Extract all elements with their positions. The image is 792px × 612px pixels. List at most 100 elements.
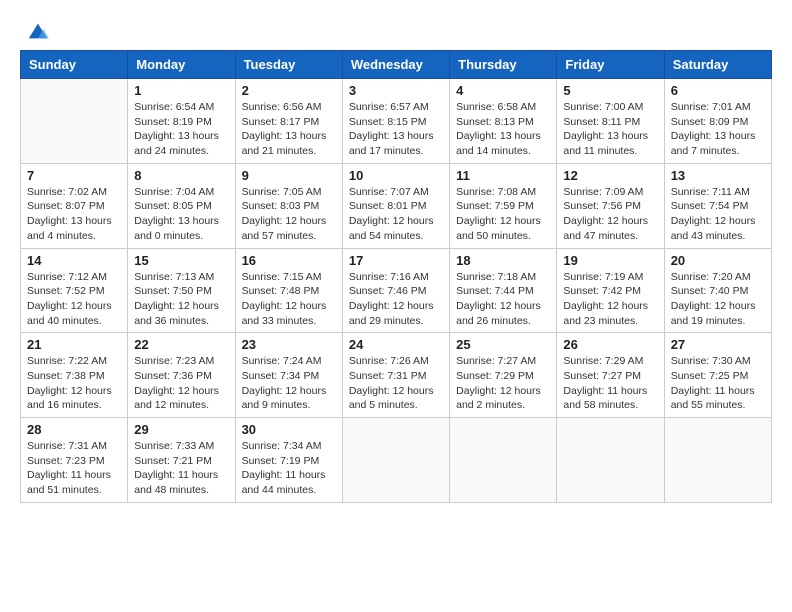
day-number: 1 bbox=[134, 83, 228, 98]
day-info: Sunrise: 7:22 AM Sunset: 7:38 PM Dayligh… bbox=[27, 354, 121, 413]
day-number: 20 bbox=[671, 253, 765, 268]
day-header-sunday: Sunday bbox=[21, 51, 128, 79]
day-number: 28 bbox=[27, 422, 121, 437]
day-info: Sunrise: 7:08 AM Sunset: 7:59 PM Dayligh… bbox=[456, 185, 550, 244]
calendar-week-row: 1Sunrise: 6:54 AM Sunset: 8:19 PM Daylig… bbox=[21, 79, 772, 164]
calendar-cell: 19 Sunrise: 7:19 AM Sunset: 7:42 PM Dayli… bbox=[557, 248, 664, 333]
day-info: Sunrise: 7:16 AM Sunset: 7:46 PM Dayligh… bbox=[349, 270, 443, 329]
day-info: Sunrise: 7:09 AM Sunset: 7:56 PM Dayligh… bbox=[563, 185, 657, 244]
day-info: Sunrise: 7:04 AM Sunset: 8:05 PM Dayligh… bbox=[134, 185, 228, 244]
day-info: Sunrise: 7:02 AM Sunset: 8:07 PM Dayligh… bbox=[27, 185, 121, 244]
day-number: 15 bbox=[134, 253, 228, 268]
logo bbox=[20, 20, 51, 42]
day-number: 9 bbox=[242, 168, 336, 183]
calendar-cell: 2Sunrise: 6:56 AM Sunset: 8:17 PM Daylig… bbox=[235, 79, 342, 164]
day-number: 8 bbox=[134, 168, 228, 183]
calendar-cell: 26Sunrise: 7:29 AM Sunset: 7:27 PM Dayli… bbox=[557, 333, 664, 418]
calendar-week-row: 7 Sunrise: 7:02 AM Sunset: 8:07 PM Daylig… bbox=[21, 163, 772, 248]
day-number: 11 bbox=[456, 168, 550, 183]
calendar-cell: 14 Sunrise: 7:12 AM Sunset: 7:52 PM Dayli… bbox=[21, 248, 128, 333]
calendar-week-row: 21 Sunrise: 7:22 AM Sunset: 7:38 PM Dayli… bbox=[21, 333, 772, 418]
day-header-friday: Friday bbox=[557, 51, 664, 79]
day-info: Sunrise: 7:24 AM Sunset: 7:34 PM Dayligh… bbox=[242, 354, 336, 413]
calendar-cell: 30 Sunrise: 7:34 AM Sunset: 7:19 PM Dayli… bbox=[235, 418, 342, 503]
day-number: 24 bbox=[349, 337, 443, 352]
calendar-cell: 4 Sunrise: 6:58 AM Sunset: 8:13 PM Daylig… bbox=[450, 79, 557, 164]
day-number: 18 bbox=[456, 253, 550, 268]
calendar-cell: 28 Sunrise: 7:31 AM Sunset: 7:23 PM Dayli… bbox=[21, 418, 128, 503]
day-info: Sunrise: 6:58 AM Sunset: 8:13 PM Dayligh… bbox=[456, 100, 550, 159]
day-number: 30 bbox=[242, 422, 336, 437]
calendar-cell bbox=[342, 418, 449, 503]
day-info: Sunrise: 7:30 AM Sunset: 7:25 PM Dayligh… bbox=[671, 354, 765, 413]
calendar-week-row: 14 Sunrise: 7:12 AM Sunset: 7:52 PM Dayli… bbox=[21, 248, 772, 333]
day-info: Sunrise: 7:19 AM Sunset: 7:42 PM Dayligh… bbox=[563, 270, 657, 329]
calendar-cell bbox=[21, 79, 128, 164]
day-info: Sunrise: 7:31 AM Sunset: 7:23 PM Dayligh… bbox=[27, 439, 121, 498]
day-number: 14 bbox=[27, 253, 121, 268]
calendar-cell: 10 Sunrise: 7:07 AM Sunset: 8:01 PM Dayli… bbox=[342, 163, 449, 248]
calendar-cell: 9 Sunrise: 7:05 AM Sunset: 8:03 PM Daylig… bbox=[235, 163, 342, 248]
day-number: 19 bbox=[563, 253, 657, 268]
day-number: 6 bbox=[671, 83, 765, 98]
day-info: Sunrise: 7:23 AM Sunset: 7:36 PM Dayligh… bbox=[134, 354, 228, 413]
day-header-monday: Monday bbox=[128, 51, 235, 79]
day-number: 21 bbox=[27, 337, 121, 352]
calendar-cell: 17 Sunrise: 7:16 AM Sunset: 7:46 PM Dayli… bbox=[342, 248, 449, 333]
day-number: 27 bbox=[671, 337, 765, 352]
day-info: Sunrise: 7:12 AM Sunset: 7:52 PM Dayligh… bbox=[27, 270, 121, 329]
logo-icon bbox=[23, 20, 51, 42]
calendar-cell: 6 Sunrise: 7:01 AM Sunset: 8:09 PM Daylig… bbox=[664, 79, 771, 164]
day-number: 12 bbox=[563, 168, 657, 183]
day-info: Sunrise: 7:01 AM Sunset: 8:09 PM Dayligh… bbox=[671, 100, 765, 159]
day-info: Sunrise: 7:11 AM Sunset: 7:54 PM Dayligh… bbox=[671, 185, 765, 244]
day-info: Sunrise: 7:18 AM Sunset: 7:44 PM Dayligh… bbox=[456, 270, 550, 329]
calendar-cell: 27 Sunrise: 7:30 AM Sunset: 7:25 PM Dayli… bbox=[664, 333, 771, 418]
calendar-cell: 20 Sunrise: 7:20 AM Sunset: 7:40 PM Dayli… bbox=[664, 248, 771, 333]
day-header-tuesday: Tuesday bbox=[235, 51, 342, 79]
day-number: 7 bbox=[27, 168, 121, 183]
calendar-cell: 29 Sunrise: 7:33 AM Sunset: 7:21 PM Dayli… bbox=[128, 418, 235, 503]
day-number: 17 bbox=[349, 253, 443, 268]
calendar-cell bbox=[664, 418, 771, 503]
calendar-cell: 24Sunrise: 7:26 AM Sunset: 7:31 PM Dayli… bbox=[342, 333, 449, 418]
calendar-cell: 16 Sunrise: 7:15 AM Sunset: 7:48 PM Dayli… bbox=[235, 248, 342, 333]
day-number: 29 bbox=[134, 422, 228, 437]
day-number: 25 bbox=[456, 337, 550, 352]
day-info: Sunrise: 7:15 AM Sunset: 7:48 PM Dayligh… bbox=[242, 270, 336, 329]
calendar-cell: 21 Sunrise: 7:22 AM Sunset: 7:38 PM Dayli… bbox=[21, 333, 128, 418]
day-info: Sunrise: 7:33 AM Sunset: 7:21 PM Dayligh… bbox=[134, 439, 228, 498]
day-number: 3 bbox=[349, 83, 443, 98]
day-number: 10 bbox=[349, 168, 443, 183]
calendar-cell: 7 Sunrise: 7:02 AM Sunset: 8:07 PM Daylig… bbox=[21, 163, 128, 248]
calendar-cell: 8 Sunrise: 7:04 AM Sunset: 8:05 PM Daylig… bbox=[128, 163, 235, 248]
calendar-header-row: SundayMondayTuesdayWednesdayThursdayFrid… bbox=[21, 51, 772, 79]
day-info: Sunrise: 7:00 AM Sunset: 8:11 PM Dayligh… bbox=[563, 100, 657, 159]
day-number: 13 bbox=[671, 168, 765, 183]
calendar-cell: 1Sunrise: 6:54 AM Sunset: 8:19 PM Daylig… bbox=[128, 79, 235, 164]
day-number: 23 bbox=[242, 337, 336, 352]
day-info: Sunrise: 7:05 AM Sunset: 8:03 PM Dayligh… bbox=[242, 185, 336, 244]
day-number: 16 bbox=[242, 253, 336, 268]
day-info: Sunrise: 7:13 AM Sunset: 7:50 PM Dayligh… bbox=[134, 270, 228, 329]
calendar-cell: 18 Sunrise: 7:18 AM Sunset: 7:44 PM Dayli… bbox=[450, 248, 557, 333]
calendar-cell: 13 Sunrise: 7:11 AM Sunset: 7:54 PM Dayli… bbox=[664, 163, 771, 248]
day-header-saturday: Saturday bbox=[664, 51, 771, 79]
day-number: 22 bbox=[134, 337, 228, 352]
day-number: 4 bbox=[456, 83, 550, 98]
day-info: Sunrise: 7:20 AM Sunset: 7:40 PM Dayligh… bbox=[671, 270, 765, 329]
day-header-thursday: Thursday bbox=[450, 51, 557, 79]
day-info: Sunrise: 7:27 AM Sunset: 7:29 PM Dayligh… bbox=[456, 354, 550, 413]
day-info: Sunrise: 6:57 AM Sunset: 8:15 PM Dayligh… bbox=[349, 100, 443, 159]
day-info: Sunrise: 7:34 AM Sunset: 7:19 PM Dayligh… bbox=[242, 439, 336, 498]
calendar-cell: 23 Sunrise: 7:24 AM Sunset: 7:34 PM Dayli… bbox=[235, 333, 342, 418]
calendar-cell: 22 Sunrise: 7:23 AM Sunset: 7:36 PM Dayli… bbox=[128, 333, 235, 418]
calendar-week-row: 28 Sunrise: 7:31 AM Sunset: 7:23 PM Dayli… bbox=[21, 418, 772, 503]
calendar-cell: 5 Sunrise: 7:00 AM Sunset: 8:11 PM Daylig… bbox=[557, 79, 664, 164]
day-info: Sunrise: 7:07 AM Sunset: 8:01 PM Dayligh… bbox=[349, 185, 443, 244]
calendar-cell bbox=[450, 418, 557, 503]
day-number: 5 bbox=[563, 83, 657, 98]
day-number: 2 bbox=[242, 83, 336, 98]
calendar-cell: 15 Sunrise: 7:13 AM Sunset: 7:50 PM Dayli… bbox=[128, 248, 235, 333]
day-header-wednesday: Wednesday bbox=[342, 51, 449, 79]
